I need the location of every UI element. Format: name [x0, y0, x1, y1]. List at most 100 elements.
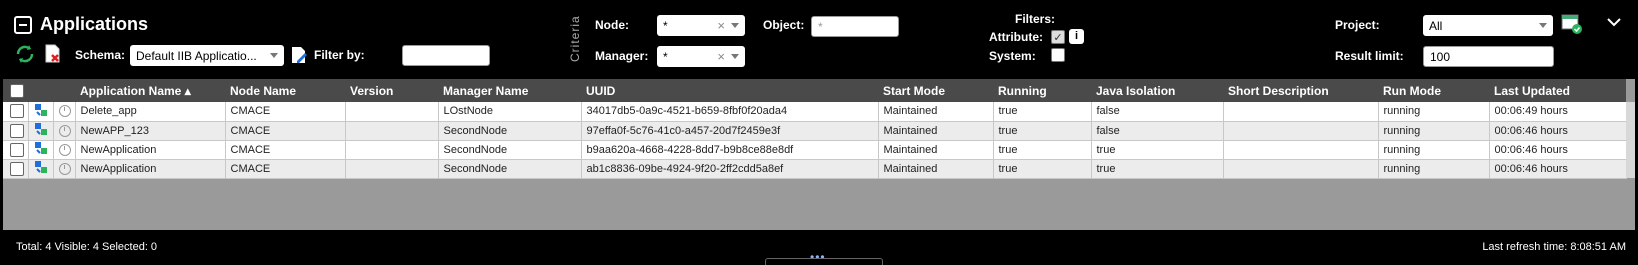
- table-cell: NewAPP_123: [75, 121, 226, 141]
- table-cell: 97effa0f-5c76-41c0-a457-20d7f2459e3f: [581, 121, 879, 141]
- row-action-cell[interactable]: [28, 140, 54, 160]
- table-cell: 00:06:49 hours: [1489, 102, 1627, 122]
- result-limit-input[interactable]: 100: [1423, 46, 1554, 67]
- table-cell: ab1c8836-09be-4924-9f20-2ff2cdd5a8ef: [581, 159, 879, 179]
- row-checkbox[interactable]: [10, 161, 24, 176]
- column-header[interactable]: Run Mode: [1378, 79, 1489, 102]
- table-cell: false: [1091, 121, 1224, 141]
- table-row[interactable]: NewAPP_123 CMACE SecondNode 97effa0f-5c76-4…: [3, 121, 1627, 141]
- table-cell: NewApplication: [75, 159, 226, 179]
- attribute-checkbox[interactable]: ✓: [1051, 30, 1065, 44]
- manager-value: *: [663, 49, 668, 64]
- schema-label: Schema:: [75, 48, 126, 62]
- table-cell: [345, 159, 439, 179]
- select-all-cell[interactable]: [3, 79, 28, 102]
- object-input[interactable]: *: [811, 16, 899, 37]
- table-row[interactable]: Delete_app CMACE LOstNode 34017db5-0a9c-452…: [3, 102, 1627, 122]
- table-cell: true: [993, 121, 1092, 141]
- table-cell: true: [1091, 140, 1224, 160]
- clock-icon[interactable]: [58, 124, 71, 137]
- delete-document-icon[interactable]: [44, 44, 62, 67]
- row-checkbox[interactable]: [10, 142, 24, 157]
- table-cell: [1223, 159, 1379, 179]
- column-header[interactable]: Short Description: [1223, 79, 1378, 102]
- table-cell: CMACE: [225, 121, 346, 141]
- object-label: Object:: [763, 18, 805, 32]
- filters-label: Filters:: [1015, 12, 1056, 26]
- table-cell: running: [1378, 102, 1490, 122]
- application-icon[interactable]: [34, 122, 48, 136]
- vertical-scrollbar[interactable]: [1626, 102, 1635, 178]
- project-select[interactable]: All: [1423, 15, 1553, 36]
- manager-label: Manager:: [595, 49, 649, 63]
- edit-schema-icon[interactable]: [290, 46, 308, 67]
- table-cell: [345, 121, 439, 141]
- application-icon[interactable]: [34, 103, 48, 117]
- node-select[interactable]: * ×: [657, 15, 745, 36]
- row-status-cell[interactable]: [53, 121, 76, 141]
- row-action-cell[interactable]: [28, 102, 54, 122]
- row-select-cell[interactable]: [3, 121, 29, 141]
- clock-icon[interactable]: [58, 143, 71, 156]
- row-status-cell[interactable]: [53, 102, 76, 122]
- row-select-cell[interactable]: [3, 159, 29, 179]
- column-header[interactable]: Last Updated: [1489, 79, 1626, 102]
- row-action-cell[interactable]: [28, 121, 54, 141]
- table-row[interactable]: NewApplication CMACE SecondNode b9aa620a-46…: [3, 140, 1627, 160]
- table-cell: SecondNode: [438, 121, 582, 141]
- table-cell: Maintained: [878, 140, 994, 160]
- table-cell: running: [1378, 159, 1490, 179]
- table-cell: true: [993, 140, 1092, 160]
- attribute-label: Attribute:: [989, 30, 1043, 44]
- system-checkbox[interactable]: [1051, 48, 1065, 62]
- column-header[interactable]: Manager Name: [438, 79, 581, 102]
- table-cell: LOstNode: [438, 102, 582, 122]
- project-config-icon[interactable]: [1561, 13, 1583, 38]
- clear-icon[interactable]: ×: [717, 49, 725, 64]
- table-cell: b9aa620a-4668-4228-8dd7-b9b8ce88e8df: [581, 140, 879, 160]
- table-cell: 34017db5-0a9c-4521-b659-8fbf0f20ada4: [581, 102, 879, 122]
- select-all-checkbox[interactable]: [10, 83, 24, 98]
- system-label: System:: [989, 49, 1036, 63]
- row-select-cell[interactable]: [3, 102, 29, 122]
- applications-table: Application Name ▴ Node Name Version Man…: [3, 79, 1635, 230]
- resize-handle[interactable]: [765, 258, 883, 265]
- clock-icon[interactable]: [58, 105, 71, 118]
- column-header[interactable]: Node Name: [225, 79, 345, 102]
- collapse-icon[interactable]: [14, 15, 32, 34]
- clock-icon[interactable]: [58, 162, 71, 175]
- application-icon[interactable]: [34, 160, 48, 174]
- refresh-icon[interactable]: [14, 43, 36, 68]
- node-label: Node:: [595, 18, 629, 32]
- column-header[interactable]: Running: [993, 79, 1091, 102]
- row-select-cell[interactable]: [3, 140, 29, 160]
- result-limit-label: Result limit:: [1335, 49, 1404, 63]
- table-cell: CMACE: [225, 159, 346, 179]
- chevron-down-icon[interactable]: [1607, 16, 1621, 30]
- schema-select[interactable]: Default IIB Applicatio...: [130, 45, 284, 66]
- filter-by-input[interactable]: [402, 45, 490, 66]
- table-cell: running: [1378, 140, 1490, 160]
- manager-select[interactable]: * ×: [657, 46, 745, 67]
- chevron-down-icon: [731, 23, 739, 28]
- column-header[interactable]: Start Mode: [878, 79, 993, 102]
- row-checkbox[interactable]: [10, 123, 24, 138]
- column-header[interactable]: Application Name ▴: [75, 79, 225, 102]
- clear-icon[interactable]: ×: [717, 18, 725, 33]
- row-action-cell[interactable]: [28, 159, 54, 179]
- table-cell: 00:06:46 hours: [1489, 121, 1627, 141]
- table-cell: 00:06:46 hours: [1489, 159, 1627, 179]
- column-header[interactable]: UUID: [581, 79, 878, 102]
- node-value: *: [663, 18, 668, 33]
- panel-title: Applications: [14, 14, 148, 35]
- column-header[interactable]: Version: [345, 79, 438, 102]
- row-status-cell[interactable]: [53, 159, 76, 179]
- column-header[interactable]: Java Isolation: [1091, 79, 1223, 102]
- row-checkbox[interactable]: [10, 104, 24, 119]
- table-row[interactable]: NewApplication CMACE SecondNode ab1c8836-09…: [3, 159, 1627, 179]
- application-icon[interactable]: [34, 141, 48, 155]
- table-cell: [1223, 102, 1379, 122]
- row-status-cell[interactable]: [53, 140, 76, 160]
- info-icon[interactable]: i: [1069, 29, 1084, 44]
- table-cell: CMACE: [225, 102, 346, 122]
